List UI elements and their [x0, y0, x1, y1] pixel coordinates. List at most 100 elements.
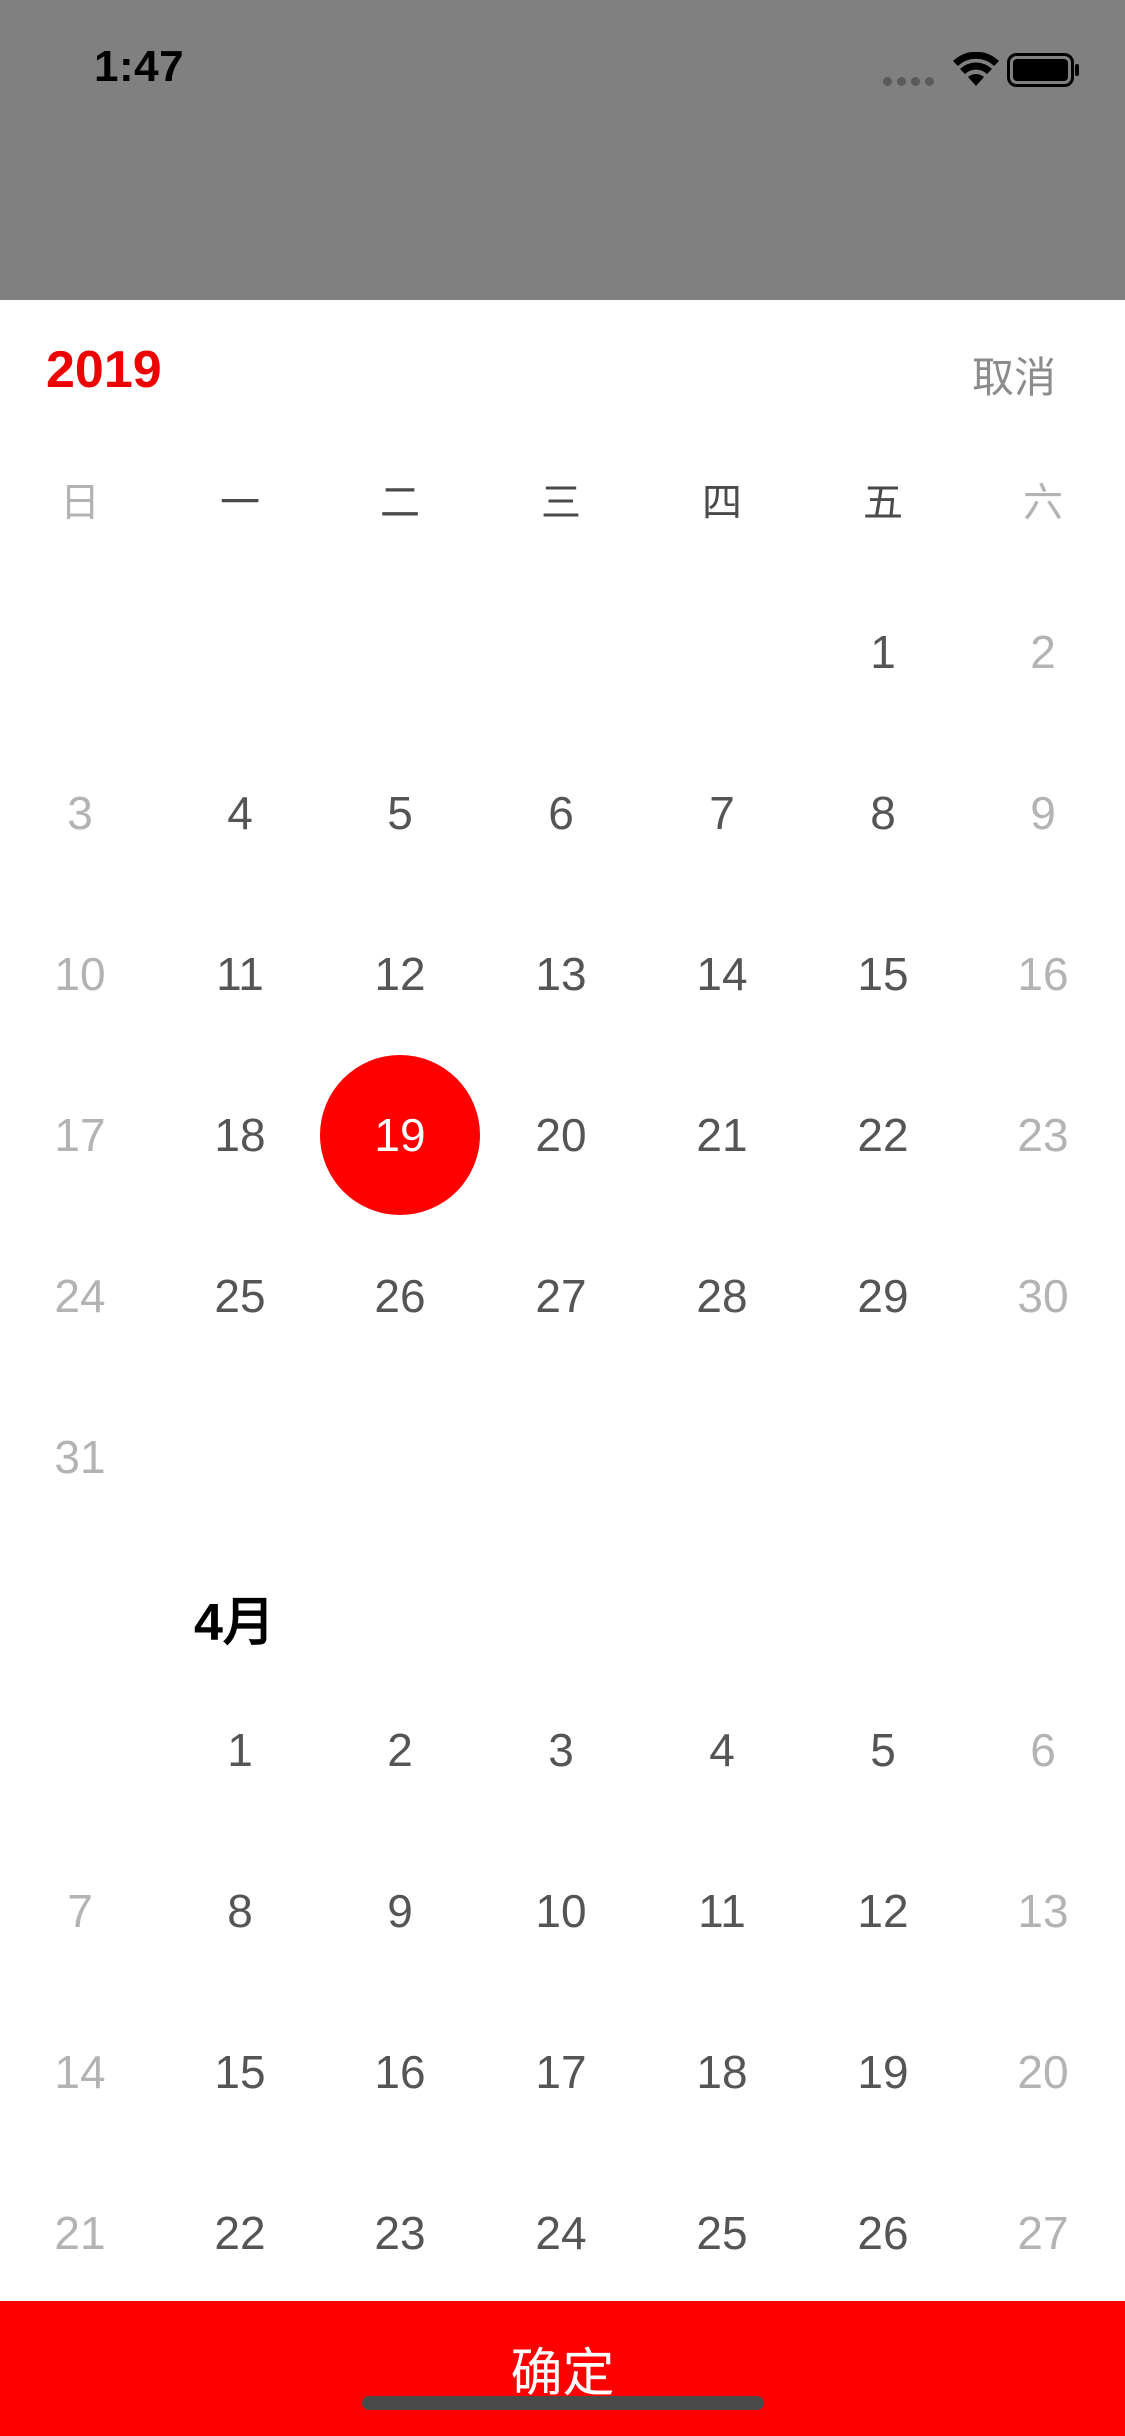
day-number: 14 [54, 2046, 106, 2098]
day-cell[interactable]: 3 [0, 733, 160, 893]
day-cell[interactable]: 16 [963, 894, 1123, 1054]
day-number: 24 [535, 2207, 587, 2259]
day-cell[interactable]: 12 [320, 894, 480, 1054]
day-cell[interactable]: 2 [963, 572, 1123, 732]
day-cell[interactable]: 26 [320, 1216, 480, 1376]
day-cell[interactable]: 1 [803, 572, 963, 732]
day-cell[interactable]: 13 [963, 1831, 1123, 1991]
day-cell[interactable]: 29 [803, 1216, 963, 1376]
day-cell[interactable]: 21 [642, 1055, 802, 1215]
day-cell[interactable]: 22 [160, 2153, 320, 2313]
battery-icon [1007, 53, 1079, 87]
day-number: 3 [67, 787, 93, 839]
day-cell[interactable]: 22 [803, 1055, 963, 1215]
day-number: 7 [67, 1885, 93, 1937]
day-number: 9 [387, 1885, 413, 1937]
home-indicator [362, 2396, 764, 2410]
day-cell[interactable]: 4 [160, 733, 320, 893]
day-number: 26 [857, 2207, 909, 2259]
day-cell[interactable]: 5 [320, 733, 480, 893]
day-cell[interactable]: 27 [963, 2153, 1123, 2313]
day-cell[interactable]: 7 [0, 1831, 160, 1991]
day-number: 7 [709, 787, 735, 839]
day-cell[interactable]: 23 [320, 2153, 480, 2313]
day-cell[interactable]: 20 [481, 1055, 641, 1215]
day-cell-selected[interactable]: 19 [320, 1055, 480, 1215]
signal-dots-icon [883, 77, 937, 86]
day-cell[interactable]: 26 [803, 2153, 963, 2313]
day-number: 1 [870, 626, 896, 678]
day-cell[interactable]: 13 [481, 894, 641, 1054]
day-cell[interactable]: 16 [320, 1992, 480, 2152]
day-number: 14 [696, 948, 748, 1000]
weekday-label: 四 [702, 481, 742, 525]
calendar-sheet: 2019 取消 日一二三四五六 1 2 3 4 5 6 7 8 9 10 11 12 13 14 15 16 1… [0, 300, 1125, 2436]
status-time: 1:47 [94, 42, 185, 91]
day-cell[interactable]: 17 [0, 1055, 160, 1215]
day-cell[interactable]: 17 [481, 1992, 641, 2152]
day-cell[interactable]: 11 [642, 1831, 802, 1991]
day-number: 2 [1030, 626, 1056, 678]
day-number: 12 [374, 948, 426, 1000]
day-cell[interactable]: 10 [0, 894, 160, 1054]
day-cell[interactable]: 25 [160, 1216, 320, 1376]
day-number: 11 [216, 948, 264, 1000]
day-cell[interactable]: 15 [803, 894, 963, 1054]
day-cell[interactable]: 30 [963, 1216, 1123, 1376]
weekday-label: 一 [220, 481, 260, 525]
day-cell[interactable]: 23 [963, 1055, 1123, 1215]
day-number: 8 [227, 1885, 253, 1937]
day-cell[interactable]: 11 [160, 894, 320, 1054]
day-cell[interactable]: 14 [642, 894, 802, 1054]
day-number: 13 [1017, 1885, 1069, 1937]
day-cell[interactable]: 3 [481, 1670, 641, 1830]
day-cell[interactable]: 24 [481, 2153, 641, 2313]
day-cell[interactable]: 25 [642, 2153, 802, 2313]
day-number: 21 [696, 1109, 748, 1161]
day-number: 13 [535, 948, 587, 1000]
day-cell[interactable]: 12 [803, 1831, 963, 1991]
day-cell[interactable]: 18 [160, 1055, 320, 1215]
day-cell[interactable]: 8 [160, 1831, 320, 1991]
day-cell[interactable]: 6 [963, 1670, 1123, 1830]
day-cell[interactable]: 20 [963, 1992, 1123, 2152]
day-cell[interactable]: 9 [320, 1831, 480, 1991]
day-number: 18 [214, 1109, 266, 1161]
day-cell[interactable]: 15 [160, 1992, 320, 2152]
day-number: 23 [374, 2207, 426, 2259]
cancel-button[interactable]: 取消 [972, 344, 1056, 405]
day-number: 22 [857, 1109, 909, 1161]
day-number: 26 [374, 1270, 426, 1322]
day-cell[interactable]: 1 [160, 1670, 320, 1830]
day-number: 25 [696, 2207, 748, 2259]
day-cell[interactable]: 4 [642, 1670, 802, 1830]
day-number: 1 [227, 1724, 253, 1776]
day-cell[interactable]: 6 [481, 733, 641, 893]
day-cell[interactable]: 2 [320, 1670, 480, 1830]
day-cell[interactable]: 10 [481, 1831, 641, 1991]
day-cell[interactable]: 24 [0, 1216, 160, 1376]
day-cell[interactable]: 19 [803, 1992, 963, 2152]
day-number: 17 [535, 2046, 587, 2098]
day-number: 17 [54, 1109, 106, 1161]
day-cell[interactable]: 14 [0, 1992, 160, 2152]
day-cell[interactable]: 21 [0, 2153, 160, 2313]
weekday-label: 六 [1023, 481, 1063, 525]
day-cell[interactable]: 5 [803, 1670, 963, 1830]
day-number: 2 [387, 1724, 413, 1776]
day-number: 4 [227, 787, 253, 839]
year-label: 2019 [46, 341, 162, 399]
day-number: 15 [214, 2046, 266, 2098]
day-cell[interactable]: 18 [642, 1992, 802, 2152]
day-cell[interactable]: 7 [642, 733, 802, 893]
day-number: 30 [1017, 1270, 1069, 1322]
day-cell[interactable]: 31 [0, 1377, 160, 1537]
day-number: 23 [1017, 1109, 1069, 1161]
day-cell[interactable]: 28 [642, 1216, 802, 1376]
day-number: 6 [548, 787, 574, 839]
day-cell[interactable]: 9 [963, 733, 1123, 893]
confirm-button[interactable]: 确定 [0, 2301, 1125, 2436]
day-number: 27 [1017, 2207, 1069, 2259]
day-cell[interactable]: 8 [803, 733, 963, 893]
day-cell[interactable]: 27 [481, 1216, 641, 1376]
